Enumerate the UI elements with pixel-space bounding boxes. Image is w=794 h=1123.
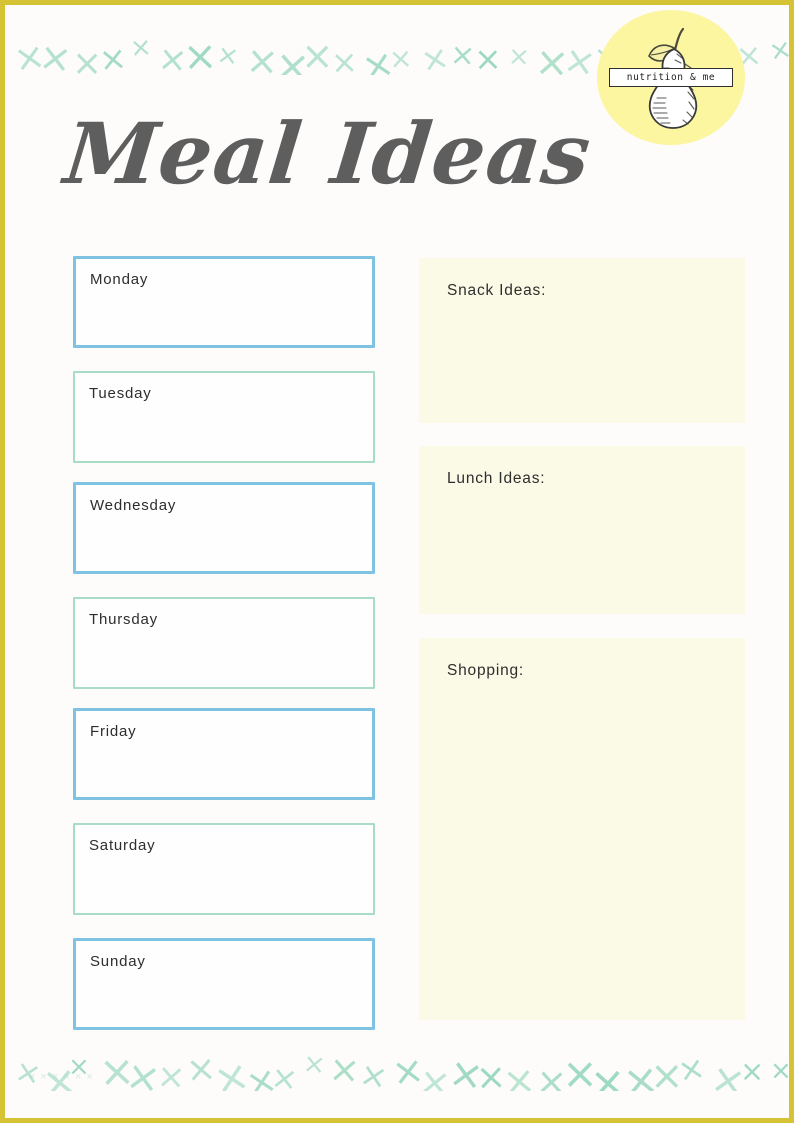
- day-box-saturday[interactable]: Saturday: [73, 823, 375, 915]
- panel-label: Shopping:: [447, 662, 525, 679]
- day-label: Saturday: [89, 837, 156, 854]
- x-mark-icon: ×: [182, 31, 219, 75]
- watermark: × × × × × ×: [29, 1071, 94, 1083]
- x-mark-icon: ×: [387, 41, 414, 75]
- paper-surface: ××××××××××××××××××××××××××× Meal Ideas: [5, 5, 789, 1118]
- day-label: Tuesday: [89, 385, 152, 402]
- day-box-monday[interactable]: Monday: [73, 256, 375, 348]
- x-mark-icon: ×: [417, 36, 453, 75]
- x-mark-icon: ×: [769, 1055, 789, 1087]
- brand-logo: nutrition & me: [597, 10, 745, 145]
- x-mark-icon: ×: [214, 39, 241, 73]
- x-mark-icon: ×: [97, 37, 129, 75]
- day-label: Sunday: [90, 953, 146, 970]
- logo-tagline-text: nutrition & me: [626, 72, 716, 83]
- panel-label: Snack Ideas:: [447, 282, 547, 299]
- x-mark-icon: ×: [507, 41, 531, 73]
- day-box-tuesday[interactable]: Tuesday: [73, 371, 375, 463]
- day-box-wednesday[interactable]: Wednesday: [73, 482, 375, 574]
- x-mark-icon: ×: [766, 33, 789, 68]
- panel-snackideas[interactable]: Snack Ideas:: [419, 258, 745, 423]
- day-box-friday[interactable]: Friday: [73, 708, 375, 800]
- panel-lunchideas[interactable]: Lunch Ideas:: [419, 446, 745, 614]
- x-mark-icon: ×: [500, 1057, 538, 1091]
- x-mark-icon: ×: [36, 34, 75, 75]
- x-mark-icon: ×: [327, 1046, 362, 1091]
- x-mark-icon: ×: [739, 1053, 765, 1089]
- decorative-x-band-bottom: × × × × × × × × × × × × × × × × × × × × × × × × × × ×: [5, 1045, 789, 1091]
- x-mark-icon: ×: [356, 1053, 392, 1091]
- page-title: Meal Ideas: [60, 104, 596, 203]
- x-mark-icon: ×: [268, 1057, 301, 1091]
- x-mark-icon: ×: [155, 1056, 187, 1091]
- x-mark-icon: ×: [473, 38, 502, 75]
- panel-label: Lunch Ideas:: [447, 470, 546, 487]
- x-mark-icon: ×: [301, 34, 334, 75]
- day-box-thursday[interactable]: Thursday: [73, 597, 375, 689]
- x-mark-icon: ×: [674, 1047, 708, 1091]
- panel-shopping[interactable]: Shopping:: [419, 638, 745, 1020]
- day-label: Wednesday: [90, 497, 177, 514]
- x-mark-icon: ×: [448, 37, 477, 74]
- day-label: Monday: [90, 271, 149, 288]
- day-label: Thursday: [89, 611, 158, 628]
- meal-planner-page: ××××××××××××××××××××××××××× Meal Ideas: [0, 0, 794, 1123]
- day-box-sunday[interactable]: Sunday: [73, 938, 375, 1030]
- logo-tagline-box: nutrition & me: [609, 68, 733, 87]
- x-mark-icon: ×: [301, 1047, 328, 1082]
- day-label: Friday: [90, 723, 137, 740]
- x-mark-icon: ×: [128, 32, 153, 64]
- x-mark-icon: ×: [330, 42, 359, 75]
